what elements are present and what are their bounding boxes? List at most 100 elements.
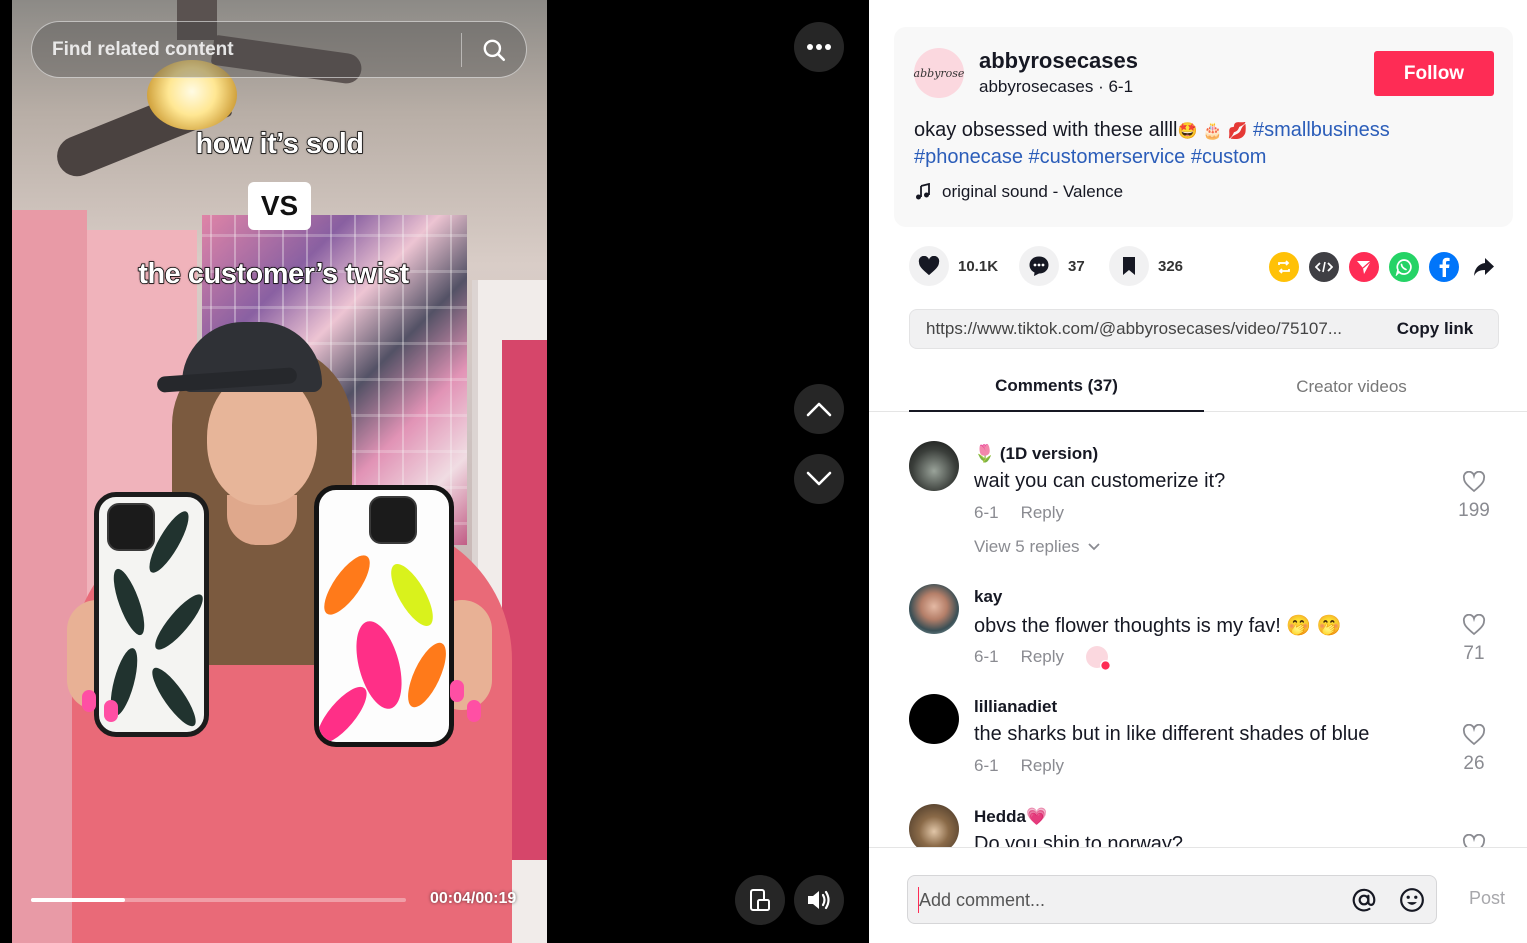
view-replies-button[interactable]: View 5 replies — [974, 537, 1100, 557]
music-link[interactable]: original sound - Valence — [914, 182, 1123, 202]
comment-item: kay obvs the flower thoughts is my fav! … — [909, 584, 1499, 684]
video-progress-bar[interactable] — [31, 898, 406, 902]
send-icon — [1357, 260, 1372, 274]
heart-outline-icon — [1462, 470, 1486, 493]
repost-button[interactable] — [1269, 252, 1299, 282]
hashtag-link[interactable]: #custom — [1191, 146, 1267, 168]
comment-date: 6-1 — [974, 756, 999, 775]
author-avatar[interactable]: abbyrose — [914, 48, 964, 98]
video-player[interactable]: how it’s sold VS the customer’s twist — [12, 0, 547, 943]
reply-button[interactable]: Reply — [1021, 647, 1064, 667]
commenter-avatar[interactable] — [909, 804, 959, 847]
panel-tabs: Comments (37) Creator videos — [869, 362, 1527, 412]
comment-text: the sharks but in like different shades … — [974, 723, 1370, 745]
commenter-username[interactable]: 🌷 (1D version) — [974, 444, 1098, 464]
comment-bubble-icon — [1029, 256, 1049, 276]
creator-liked-badge — [1086, 646, 1112, 671]
commenter-username[interactable]: lillianadiet — [974, 697, 1057, 717]
commenter-avatar[interactable] — [909, 441, 959, 491]
copy-link-button[interactable]: Copy link — [1372, 319, 1498, 339]
search-button[interactable] — [462, 21, 526, 78]
reply-button[interactable]: Reply — [1021, 756, 1064, 776]
tab-creator-videos[interactable]: Creator videos — [1204, 362, 1499, 412]
comment-like-count: 199 — [1458, 500, 1490, 521]
more-share-button[interactable] — [1469, 252, 1499, 282]
comment-list: 🌷 (1D version) wait you can customerize … — [869, 413, 1527, 847]
author-avatar-logo: abbyrose — [913, 66, 965, 80]
video-link-url[interactable]: https://www.tiktok.com/@abbyrosecases/vi… — [910, 319, 1372, 339]
heart-outline-icon — [1462, 723, 1486, 746]
comment-button[interactable]: 37 — [1019, 246, 1085, 286]
like-count: 10.1K — [958, 257, 999, 275]
like-button[interactable]: 10.1K — [909, 246, 998, 286]
commenter-username[interactable]: Hedda💗 — [974, 807, 1047, 827]
hashtag-link[interactable]: #customerservice — [1029, 146, 1186, 168]
video-time: 00:04/00:19 — [430, 890, 517, 907]
video-scene-phone-case-right — [314, 485, 454, 747]
music-note-icon — [916, 183, 930, 200]
comment-item: lillianadiet the sharks but in like diff… — [909, 694, 1499, 794]
video-description-card: abbyrose abbyrosecases abbyrosecases · 6… — [894, 27, 1513, 227]
search-input[interactable]: Find related content — [32, 39, 461, 61]
hashtag-link[interactable]: #smallbusiness — [1253, 119, 1390, 141]
mention-button[interactable] — [1340, 876, 1388, 924]
comment-like-button[interactable]: 26 — [1449, 723, 1499, 775]
at-sign-icon — [1352, 888, 1376, 911]
tab-comments[interactable]: Comments (37) — [909, 362, 1204, 412]
comment-like-count: 26 — [1463, 753, 1485, 774]
share-arrow-icon — [1474, 258, 1494, 276]
comment-like-button[interactable]: 71 — [1449, 613, 1499, 665]
next-video-button[interactable] — [794, 454, 844, 504]
more-dots-icon — [807, 44, 831, 50]
emoji-button[interactable] — [1388, 876, 1436, 924]
comment-input-placeholder[interactable]: Add comment... — [918, 886, 1340, 913]
follow-button[interactable]: Follow — [1374, 51, 1494, 96]
comment-text: wait you can customerize it? — [974, 470, 1226, 492]
video-link-box: https://www.tiktok.com/@abbyrosecases/vi… — [909, 309, 1499, 349]
comment-item: 🌷 (1D version) wait you can customerize … — [909, 441, 1499, 571]
facebook-icon — [1439, 257, 1450, 277]
picture-in-picture-button[interactable] — [735, 875, 785, 925]
video-area: how it’s sold VS the customer’s twist Fi… — [0, 0, 869, 943]
commenter-avatar[interactable] — [909, 584, 959, 634]
whatsapp-share-button[interactable] — [1389, 252, 1419, 282]
search-bar[interactable]: Find related content — [31, 21, 527, 78]
comment-like-count: 71 — [1463, 643, 1485, 664]
send-to-friends-button[interactable] — [1349, 252, 1379, 282]
whatsapp-icon — [1395, 259, 1412, 276]
favorite-button[interactable]: 326 — [1109, 246, 1183, 286]
comment-meta: 6-1 Reply — [974, 646, 1112, 671]
save-count: 326 — [1158, 257, 1184, 275]
comment-date: 6-1 — [974, 647, 999, 666]
chevron-down-icon — [806, 471, 832, 486]
volume-icon — [808, 890, 830, 910]
heart-outline-icon — [1462, 613, 1486, 636]
comment-count: 37 — [1068, 257, 1085, 275]
author-subline: abbyrosecases · 6-1 — [979, 77, 1134, 96]
comment-composer: Add comment... Post — [869, 847, 1527, 943]
side-panel: abbyrose abbyrosecases abbyrosecases · 6… — [869, 0, 1527, 943]
search-icon — [483, 39, 506, 61]
video-caption-top: how it’s sold — [195, 127, 365, 161]
description-text: okay obsessed with these allll — [914, 119, 1178, 141]
comment-like-button[interactable]: 199 — [1449, 470, 1499, 522]
tiktok-video-page: how it’s sold VS the customer’s twist Fi… — [0, 0, 1527, 943]
heart-outline-icon — [1462, 833, 1486, 847]
comment-like-button[interactable] — [1449, 833, 1499, 847]
video-caption-vs: VS — [248, 182, 311, 230]
video-description: okay obsessed with these allll🤩 🎂 💋 #sma… — [914, 117, 1494, 171]
post-comment-button[interactable]: Post — [1469, 888, 1505, 909]
embed-button[interactable] — [1309, 252, 1339, 282]
commenter-username[interactable]: kay — [974, 587, 1002, 607]
previous-video-button[interactable] — [794, 384, 844, 434]
comment-input[interactable]: Add comment... — [907, 875, 1437, 924]
facebook-share-button[interactable] — [1429, 252, 1459, 282]
volume-button[interactable] — [794, 875, 844, 925]
hashtag-link[interactable]: #phonecase — [914, 146, 1023, 168]
commenter-avatar[interactable] — [909, 694, 959, 744]
comment-text: obvs the flower thoughts is my fav! 🤭 🤭 — [974, 615, 1342, 637]
comment-meta: 6-1 Reply — [974, 756, 1064, 776]
reply-button[interactable]: Reply — [1021, 503, 1064, 523]
more-options-button[interactable] — [794, 22, 844, 72]
author-username[interactable]: abbyrosecases — [979, 48, 1138, 74]
